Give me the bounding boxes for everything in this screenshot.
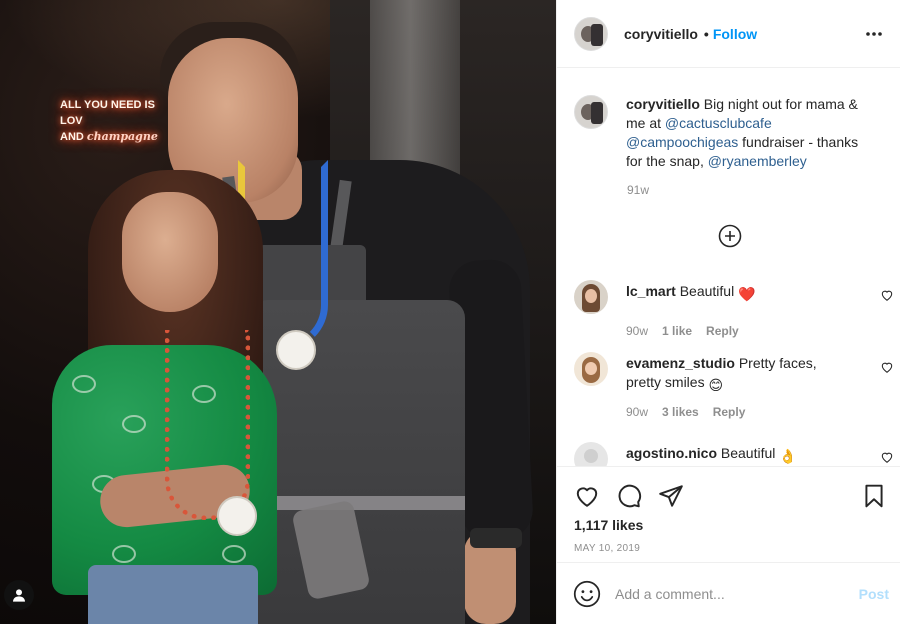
commenter-avatar[interactable] xyxy=(574,442,608,466)
wristwatch xyxy=(470,528,522,548)
woman-medal xyxy=(217,496,257,536)
man-medal xyxy=(276,330,316,370)
comment-like-heart-icon[interactable] xyxy=(880,450,894,464)
heart-emoji: ❤️ xyxy=(738,286,756,302)
comment-item: agostino.nico Beautiful 👌 xyxy=(574,442,894,466)
neon-line-1: ALL YOU NEED IS LOV xyxy=(60,99,155,127)
comment-text: Beautiful xyxy=(717,445,780,461)
reply-button[interactable]: Reply xyxy=(713,405,746,419)
comment-icon[interactable] xyxy=(616,483,642,509)
post-caption: coryvitiello Big night out for mama & me… xyxy=(557,69,900,171)
comment-item: lc_mart Beautiful ❤️ 90w 1 like Reply xyxy=(574,280,894,338)
comment-time[interactable]: 90w xyxy=(626,324,648,338)
comment-time[interactable]: 90w xyxy=(626,405,648,419)
comment-username[interactable]: lc_mart xyxy=(626,283,676,299)
bookmark-icon[interactable] xyxy=(861,483,887,509)
post-date[interactable]: MAY 10, 2019 xyxy=(557,543,900,554)
comment-username[interactable]: agostino.nico xyxy=(626,445,717,461)
add-comment-bar: Post xyxy=(557,562,900,624)
comment-text: Beautiful xyxy=(675,283,739,299)
comment-likes[interactable]: 3 likes xyxy=(662,405,699,419)
profile-avatar[interactable] xyxy=(574,16,608,51)
shirt-pattern xyxy=(122,415,146,433)
neon-line-2: AND champagne xyxy=(60,129,170,145)
caption-avatar[interactable] xyxy=(574,95,608,129)
comments-list[interactable]: coryvitiello Big night out for mama & me… xyxy=(557,69,900,466)
shirt-pattern xyxy=(72,375,96,393)
neon-line-2-script: champagne xyxy=(86,130,158,143)
ok-hand-emoji: 👌 xyxy=(779,448,797,464)
commenter-avatar[interactable] xyxy=(574,280,608,314)
smiling-face-emoji: 😊 xyxy=(708,377,724,393)
comment-username[interactable]: evamenz_studio xyxy=(626,355,735,371)
neon-line-2-prefix: AND xyxy=(60,131,87,143)
shirt-pattern xyxy=(112,545,136,563)
woman-lanyard xyxy=(165,330,250,520)
caption-username[interactable]: coryvitiello xyxy=(626,96,700,112)
shirt-pattern xyxy=(222,545,246,563)
comment-likes[interactable]: 1 like xyxy=(662,324,692,338)
comment-like-heart-icon[interactable] xyxy=(880,360,894,374)
comment-body: evamenz_studio Pretty faces, pretty smil… xyxy=(626,352,852,395)
comment-body: lc_mart Beautiful ❤️ xyxy=(626,280,852,314)
smiley-icon[interactable] xyxy=(573,580,601,608)
comment-input[interactable] xyxy=(615,585,835,602)
post-side-panel: coryvitiello • Follow coryvitiello Big n… xyxy=(556,0,900,624)
reply-button[interactable]: Reply xyxy=(706,324,739,338)
woman-jeans xyxy=(88,565,258,624)
commenter-avatar[interactable] xyxy=(574,352,608,386)
comment-body: agostino.nico Beautiful 👌 xyxy=(626,442,852,466)
plus-circle-icon[interactable] xyxy=(718,224,742,248)
mention-link[interactable]: @campoochigeas xyxy=(626,134,738,150)
action-icons xyxy=(557,467,900,515)
paper-plane-icon[interactable] xyxy=(658,483,684,509)
heart-icon[interactable] xyxy=(574,483,600,509)
comment-item: evamenz_studio Pretty faces, pretty smil… xyxy=(574,352,894,419)
post-header: coryvitiello • Follow xyxy=(557,0,900,68)
likes-count[interactable]: 1,117 likes xyxy=(557,517,900,533)
more-horizontal-icon[interactable] xyxy=(862,22,886,46)
comment-meta: 90w 1 like Reply xyxy=(626,324,894,338)
header-separator: • xyxy=(703,25,709,42)
follow-button[interactable]: Follow xyxy=(713,26,757,42)
comment-meta: 90w 3 likes Reply xyxy=(626,405,894,419)
caption-timestamp[interactable]: 91w xyxy=(627,183,900,197)
apron-waist-band xyxy=(250,496,465,510)
comment-like-heart-icon[interactable] xyxy=(880,288,894,302)
post-photo[interactable]: ALL YOU NEED IS LOV AND champagne xyxy=(0,0,556,624)
mention-link[interactable]: @ryanemberley xyxy=(708,153,807,169)
post-button[interactable]: Post xyxy=(859,586,889,602)
caption-text: coryvitiello Big night out for mama & me… xyxy=(626,95,876,171)
neon-sign: ALL YOU NEED IS LOV AND champagne xyxy=(60,97,170,145)
post-actions: 1,117 likes MAY 10, 2019 xyxy=(557,466,900,562)
woman-face xyxy=(122,192,218,312)
person-icon[interactable] xyxy=(4,580,34,610)
header-username[interactable]: coryvitiello xyxy=(624,26,698,42)
mention-link[interactable]: @cactusclubcafe xyxy=(665,115,772,131)
